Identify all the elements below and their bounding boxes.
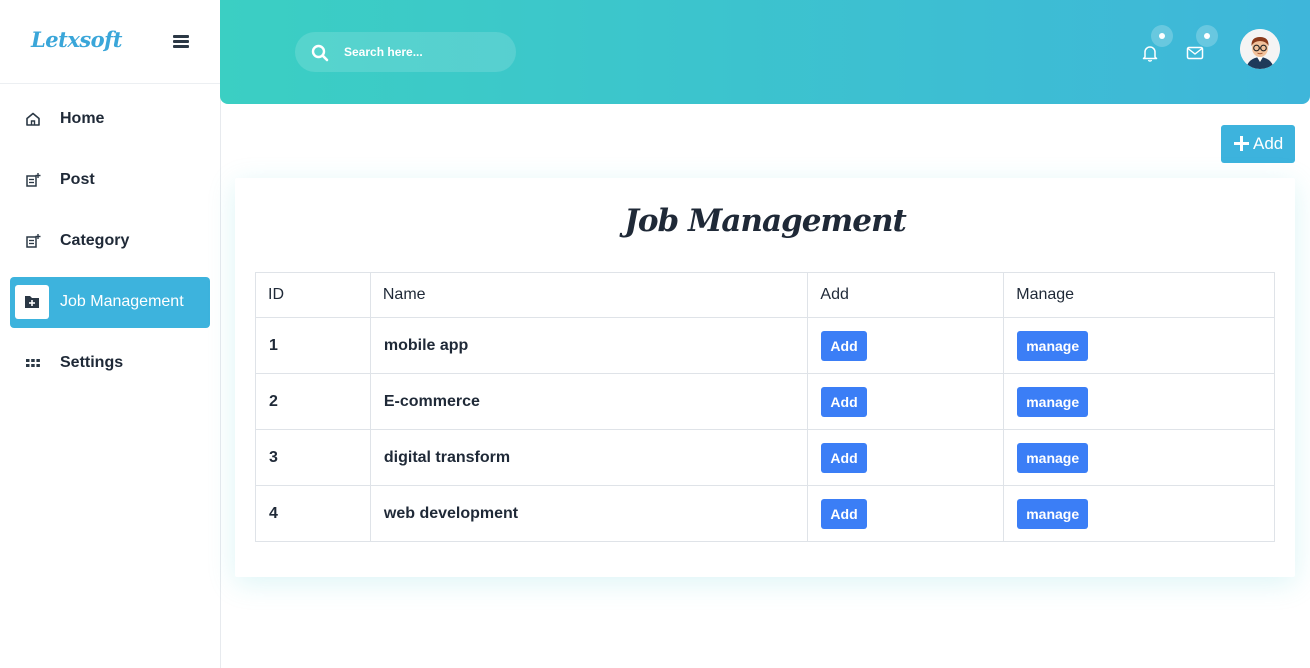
post-icon <box>24 171 42 189</box>
sidebar-nav: Home Post Category Job Management Settin… <box>10 94 210 399</box>
table-row: 3 digital transform Add manage <box>255 429 1275 486</box>
brand-bar: Letxsoft <box>0 0 220 84</box>
cell-id: 2 <box>255 373 371 430</box>
cell-name: E-commerce <box>369 373 809 430</box>
sidebar-item-category[interactable]: Category <box>10 216 210 267</box>
category-icon <box>24 232 42 250</box>
cell-name: web development <box>369 485 809 542</box>
page-title: Job Management <box>624 203 907 239</box>
row-manage-button[interactable]: manage <box>1017 498 1089 529</box>
job-table: ID Name Add Manage 1 mobile app Add mana… <box>255 272 1275 542</box>
folder-plus-icon <box>15 285 49 319</box>
search-input[interactable] <box>344 41 504 63</box>
sidebar-item-label: Home <box>60 110 105 127</box>
table-row: 1 mobile app Add manage <box>255 317 1275 374</box>
mail-icon[interactable] <box>1185 44 1205 62</box>
cell-id: 4 <box>255 485 371 542</box>
cell-add: Add <box>807 485 1005 542</box>
cell-name: digital transform <box>369 429 809 486</box>
row-manage-button[interactable]: manage <box>1017 442 1089 473</box>
sidebar-item-label: Post <box>60 171 95 188</box>
sidebar-item-post[interactable]: Post <box>10 155 210 206</box>
row-add-button[interactable]: Add <box>821 386 867 417</box>
cell-add: Add <box>807 317 1005 374</box>
sidebar-item-job-management[interactable]: Job Management <box>10 277 210 328</box>
column-header-add: Add <box>807 272 1005 318</box>
sidebar-item-label: Category <box>60 232 130 249</box>
column-header-manage: Manage <box>1003 272 1275 318</box>
row-add-button[interactable]: Add <box>821 442 867 473</box>
job-management-card: Job Management ID Name Add Manage 1 mobi… <box>235 178 1295 577</box>
table-header-row: ID Name Add Manage <box>255 272 1275 318</box>
sidebar-item-label: Job Management <box>60 293 184 310</box>
bell-icon[interactable] <box>1140 44 1160 62</box>
sidebar-item-label: Settings <box>60 354 124 371</box>
cell-manage: manage <box>1003 317 1275 374</box>
table-row: 4 web development Add manage <box>255 485 1275 542</box>
cell-id: 3 <box>255 429 371 486</box>
table-row: 2 E-commerce Add manage <box>255 373 1275 430</box>
row-add-button[interactable]: Add <box>821 330 867 361</box>
logo[interactable]: Letxsoft <box>31 27 122 52</box>
cell-manage: manage <box>1003 485 1275 542</box>
cell-add: Add <box>807 373 1005 430</box>
row-manage-button[interactable]: manage <box>1017 386 1089 417</box>
cell-id: 1 <box>255 317 371 374</box>
menu-toggle-icon[interactable] <box>173 35 189 49</box>
user-avatar[interactable] <box>1240 29 1280 69</box>
sidebar: Letxsoft Home Post Category Job Manageme… <box>0 0 221 668</box>
grid-icon <box>24 354 42 372</box>
search-bar <box>295 32 516 72</box>
sidebar-item-home[interactable]: Home <box>10 94 210 145</box>
row-manage-button[interactable]: manage <box>1017 330 1089 361</box>
column-header-name: Name <box>369 272 809 318</box>
cell-add: Add <box>807 429 1005 486</box>
top-header <box>220 0 1310 104</box>
plus-icon <box>1234 136 1249 151</box>
cell-manage: manage <box>1003 373 1275 430</box>
home-icon <box>24 110 42 128</box>
search-icon[interactable] <box>310 43 330 63</box>
sidebar-item-settings[interactable]: Settings <box>10 338 210 389</box>
row-add-button[interactable]: Add <box>821 498 867 529</box>
cell-manage: manage <box>1003 429 1275 486</box>
add-job-button[interactable]: Add <box>1221 125 1295 163</box>
cell-name: mobile app <box>369 317 809 374</box>
column-header-id: ID <box>255 272 371 318</box>
